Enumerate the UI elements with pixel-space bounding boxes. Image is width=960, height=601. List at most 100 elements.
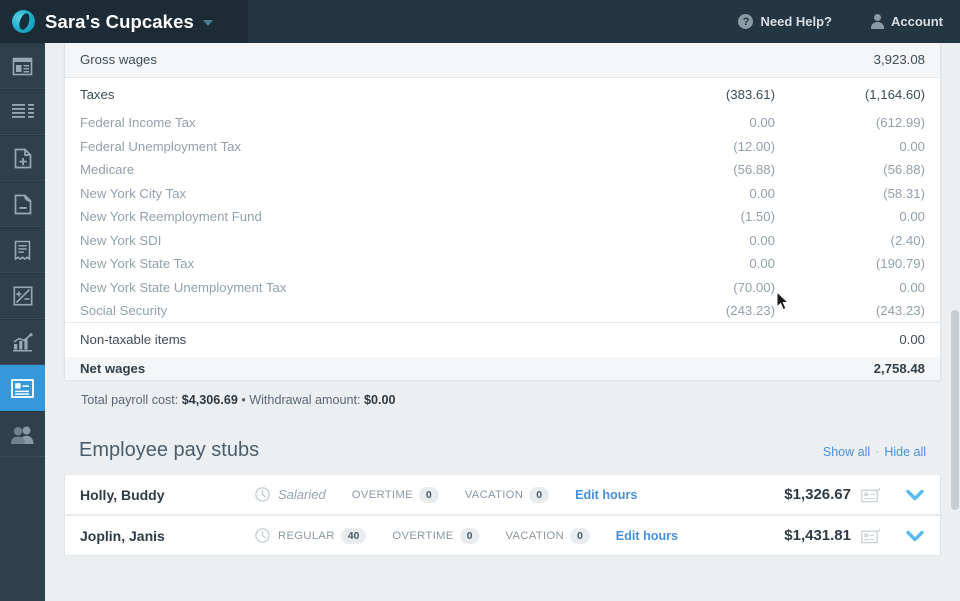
- sidebar-item-employees[interactable]: [0, 411, 45, 457]
- chevron-down-icon[interactable]: [905, 529, 925, 543]
- payroll-row-col1: [640, 43, 790, 77]
- question-mark-circle-icon: ?: [738, 14, 754, 29]
- payroll-summary-panel: Gross wages 3,923.08 Taxes (383.61) (1,164.6…: [64, 43, 941, 380]
- check-voucher-icon[interactable]: [861, 487, 881, 503]
- vacation-group: VACATION 0: [465, 486, 550, 503]
- sidebar-item-payroll[interactable]: [0, 365, 45, 411]
- sidebar-item-adjustments[interactable]: [0, 273, 45, 319]
- main-content-area: Gross wages 3,923.08 Taxes (383.61) (1,164.6…: [45, 43, 960, 601]
- payroll-row-col2: 0.00: [899, 138, 925, 154]
- total-cost-value: $4,306.69: [181, 393, 238, 407]
- payroll-row-col1: [640, 322, 790, 357]
- check-voucher-icon[interactable]: [861, 528, 881, 544]
- payroll-row-col1: (383.61): [640, 76, 790, 111]
- payroll-row-label: Federal Income Tax: [80, 115, 196, 131]
- brand-name: Sara's Cupcakes: [45, 10, 194, 32]
- vacation-badge: 0: [529, 486, 550, 503]
- payroll-row-col1: 0.00: [749, 256, 775, 272]
- payroll-row-col1: (12.00): [733, 138, 775, 154]
- top-nav: ? Need Help? Account: [700, 14, 960, 29]
- overtime-badge: 0: [459, 527, 480, 544]
- payroll-row-label: Net wages: [65, 356, 640, 380]
- overtime-group: OVERTIME 0: [392, 527, 480, 544]
- employee-name: Joplin, Janis: [80, 527, 165, 544]
- account-label: Account: [891, 14, 943, 29]
- payroll-row-col2: (2.40): [890, 232, 925, 248]
- withdrawal-value: $0.00: [364, 393, 396, 407]
- top-header-bar: Sara's Cupcakes ? Need Help? Account: [0, 0, 960, 43]
- person-icon: [870, 14, 884, 29]
- payroll-row-label: Non-taxable items: [65, 322, 640, 357]
- payroll-row-col2: (56.88): [883, 162, 925, 178]
- sidebar-item-add-document[interactable]: [0, 135, 45, 181]
- payroll-row-col2: (1,164.60): [790, 76, 940, 111]
- payroll-row: Federal Income Tax 0.00 (612.99): [65, 111, 940, 135]
- edit-hours-link[interactable]: Edit hours: [616, 529, 678, 543]
- people-icon: [11, 426, 34, 444]
- payroll-row-col2: 2,758.48: [790, 356, 940, 380]
- employee-pay-stubs-section: Employee pay stubs Show all · Hide all Hol…: [64, 420, 941, 555]
- payroll-row: New York State Tax 0.00 (190.79): [65, 252, 940, 276]
- clock-icon: [255, 487, 270, 502]
- id-card-payroll-icon: [11, 378, 34, 398]
- brand-company-switcher[interactable]: Sara's Cupcakes: [0, 0, 248, 43]
- payroll-row: New York Reemployment Fund (1.50) 0.00: [65, 205, 940, 229]
- payroll-row-label: New York City Tax: [80, 185, 187, 201]
- chart-trend-icon: [13, 332, 33, 351]
- payroll-row-col1: 0.00: [749, 115, 775, 131]
- payroll-row: Taxes (383.61) (1,164.60): [65, 76, 940, 111]
- payroll-row-label: New York SDI: [80, 232, 162, 248]
- payroll-row-label: New York State Unemployment Tax: [80, 279, 287, 295]
- withdrawal-label: Withdrawal amount:: [249, 393, 361, 407]
- total-cost-label: Total payroll cost:: [81, 393, 179, 407]
- plus-minus-calculator-icon: [12, 286, 32, 306]
- payroll-row-col2: (612.99): [875, 115, 925, 131]
- sidebar-item-remove-document[interactable]: [0, 181, 45, 227]
- payroll-row-col1: (1.50): [740, 209, 775, 225]
- pay-amount: $1,431.81: [784, 527, 851, 544]
- payroll-footnote-wrap: Total payroll cost: $4,306.69 • Withdraw…: [64, 380, 941, 420]
- pay-stub-rows: Holly, Buddy Salaried OVERTIME 0 VACATION 0 Ed…: [64, 474, 941, 555]
- sidebar-item-analytics[interactable]: [0, 319, 45, 365]
- show-all-link[interactable]: Show all: [823, 445, 870, 459]
- document-minus-icon: [14, 194, 31, 214]
- hide-all-link[interactable]: Hide all: [884, 445, 926, 459]
- sidebar-item-reports-list[interactable]: [0, 89, 45, 135]
- chevron-down-icon[interactable]: [905, 488, 925, 502]
- overtime-group: OVERTIME 0: [351, 486, 439, 503]
- payroll-row-col2: (190.79): [875, 256, 925, 272]
- clock-icon: [255, 528, 270, 543]
- vacation-group: VACATION 0: [505, 527, 590, 544]
- payroll-row-label: New York Reemployment Fund: [80, 209, 262, 225]
- payroll-row-label: Social Security: [80, 303, 168, 318]
- payroll-row-col1: 0.00: [749, 232, 775, 248]
- payroll-row: New York State Unemployment Tax (70.00) 0.…: [65, 276, 940, 300]
- pay-type-label: Salaried: [278, 487, 326, 502]
- sidebar-item-receipts[interactable]: [0, 227, 45, 273]
- footnote-separator: •: [241, 393, 246, 407]
- dashboard-icon: [12, 57, 33, 75]
- account-button[interactable]: Account: [870, 14, 943, 29]
- pay-stub-row[interactable]: Holly, Buddy Salaried OVERTIME 0 VACATION 0 Ed…: [64, 474, 941, 514]
- payroll-row-label: Gross wages: [65, 43, 640, 77]
- payroll-row-label: Taxes: [65, 76, 640, 111]
- payroll-row-col1: (243.23): [725, 303, 775, 318]
- payroll-row: Medicare (56.88) (56.88): [65, 158, 940, 182]
- sidebar-item-dashboard[interactable]: [0, 43, 45, 89]
- payroll-row: Net wages 2,758.48: [65, 356, 940, 380]
- payroll-row-col1: (56.88): [733, 162, 775, 178]
- need-help-button[interactable]: ? Need Help?: [738, 14, 832, 29]
- employee-name: Holly, Buddy: [80, 486, 165, 503]
- overtime-label: OVERTIME: [351, 488, 413, 501]
- payroll-row-col2: 0.00: [899, 279, 925, 295]
- overtime-label: OVERTIME: [392, 529, 454, 542]
- vacation-label: VACATION: [505, 529, 564, 542]
- chevron-down-icon[interactable]: [202, 20, 213, 26]
- payroll-row: Non-taxable items 0.00: [65, 322, 940, 357]
- edit-hours-link[interactable]: Edit hours: [575, 488, 637, 502]
- payroll-row: Federal Unemployment Tax (12.00) 0.00: [65, 135, 940, 159]
- pay-stub-row[interactable]: Joplin, Janis REGULAR 40 OVERTIME 0 VACATION 0…: [64, 515, 941, 555]
- payroll-row: New York City Tax 0.00 (58.31): [65, 182, 940, 206]
- payroll-row-col2: 3,923.08: [790, 43, 940, 77]
- vertical-scrollbar-thumb[interactable]: [951, 310, 959, 510]
